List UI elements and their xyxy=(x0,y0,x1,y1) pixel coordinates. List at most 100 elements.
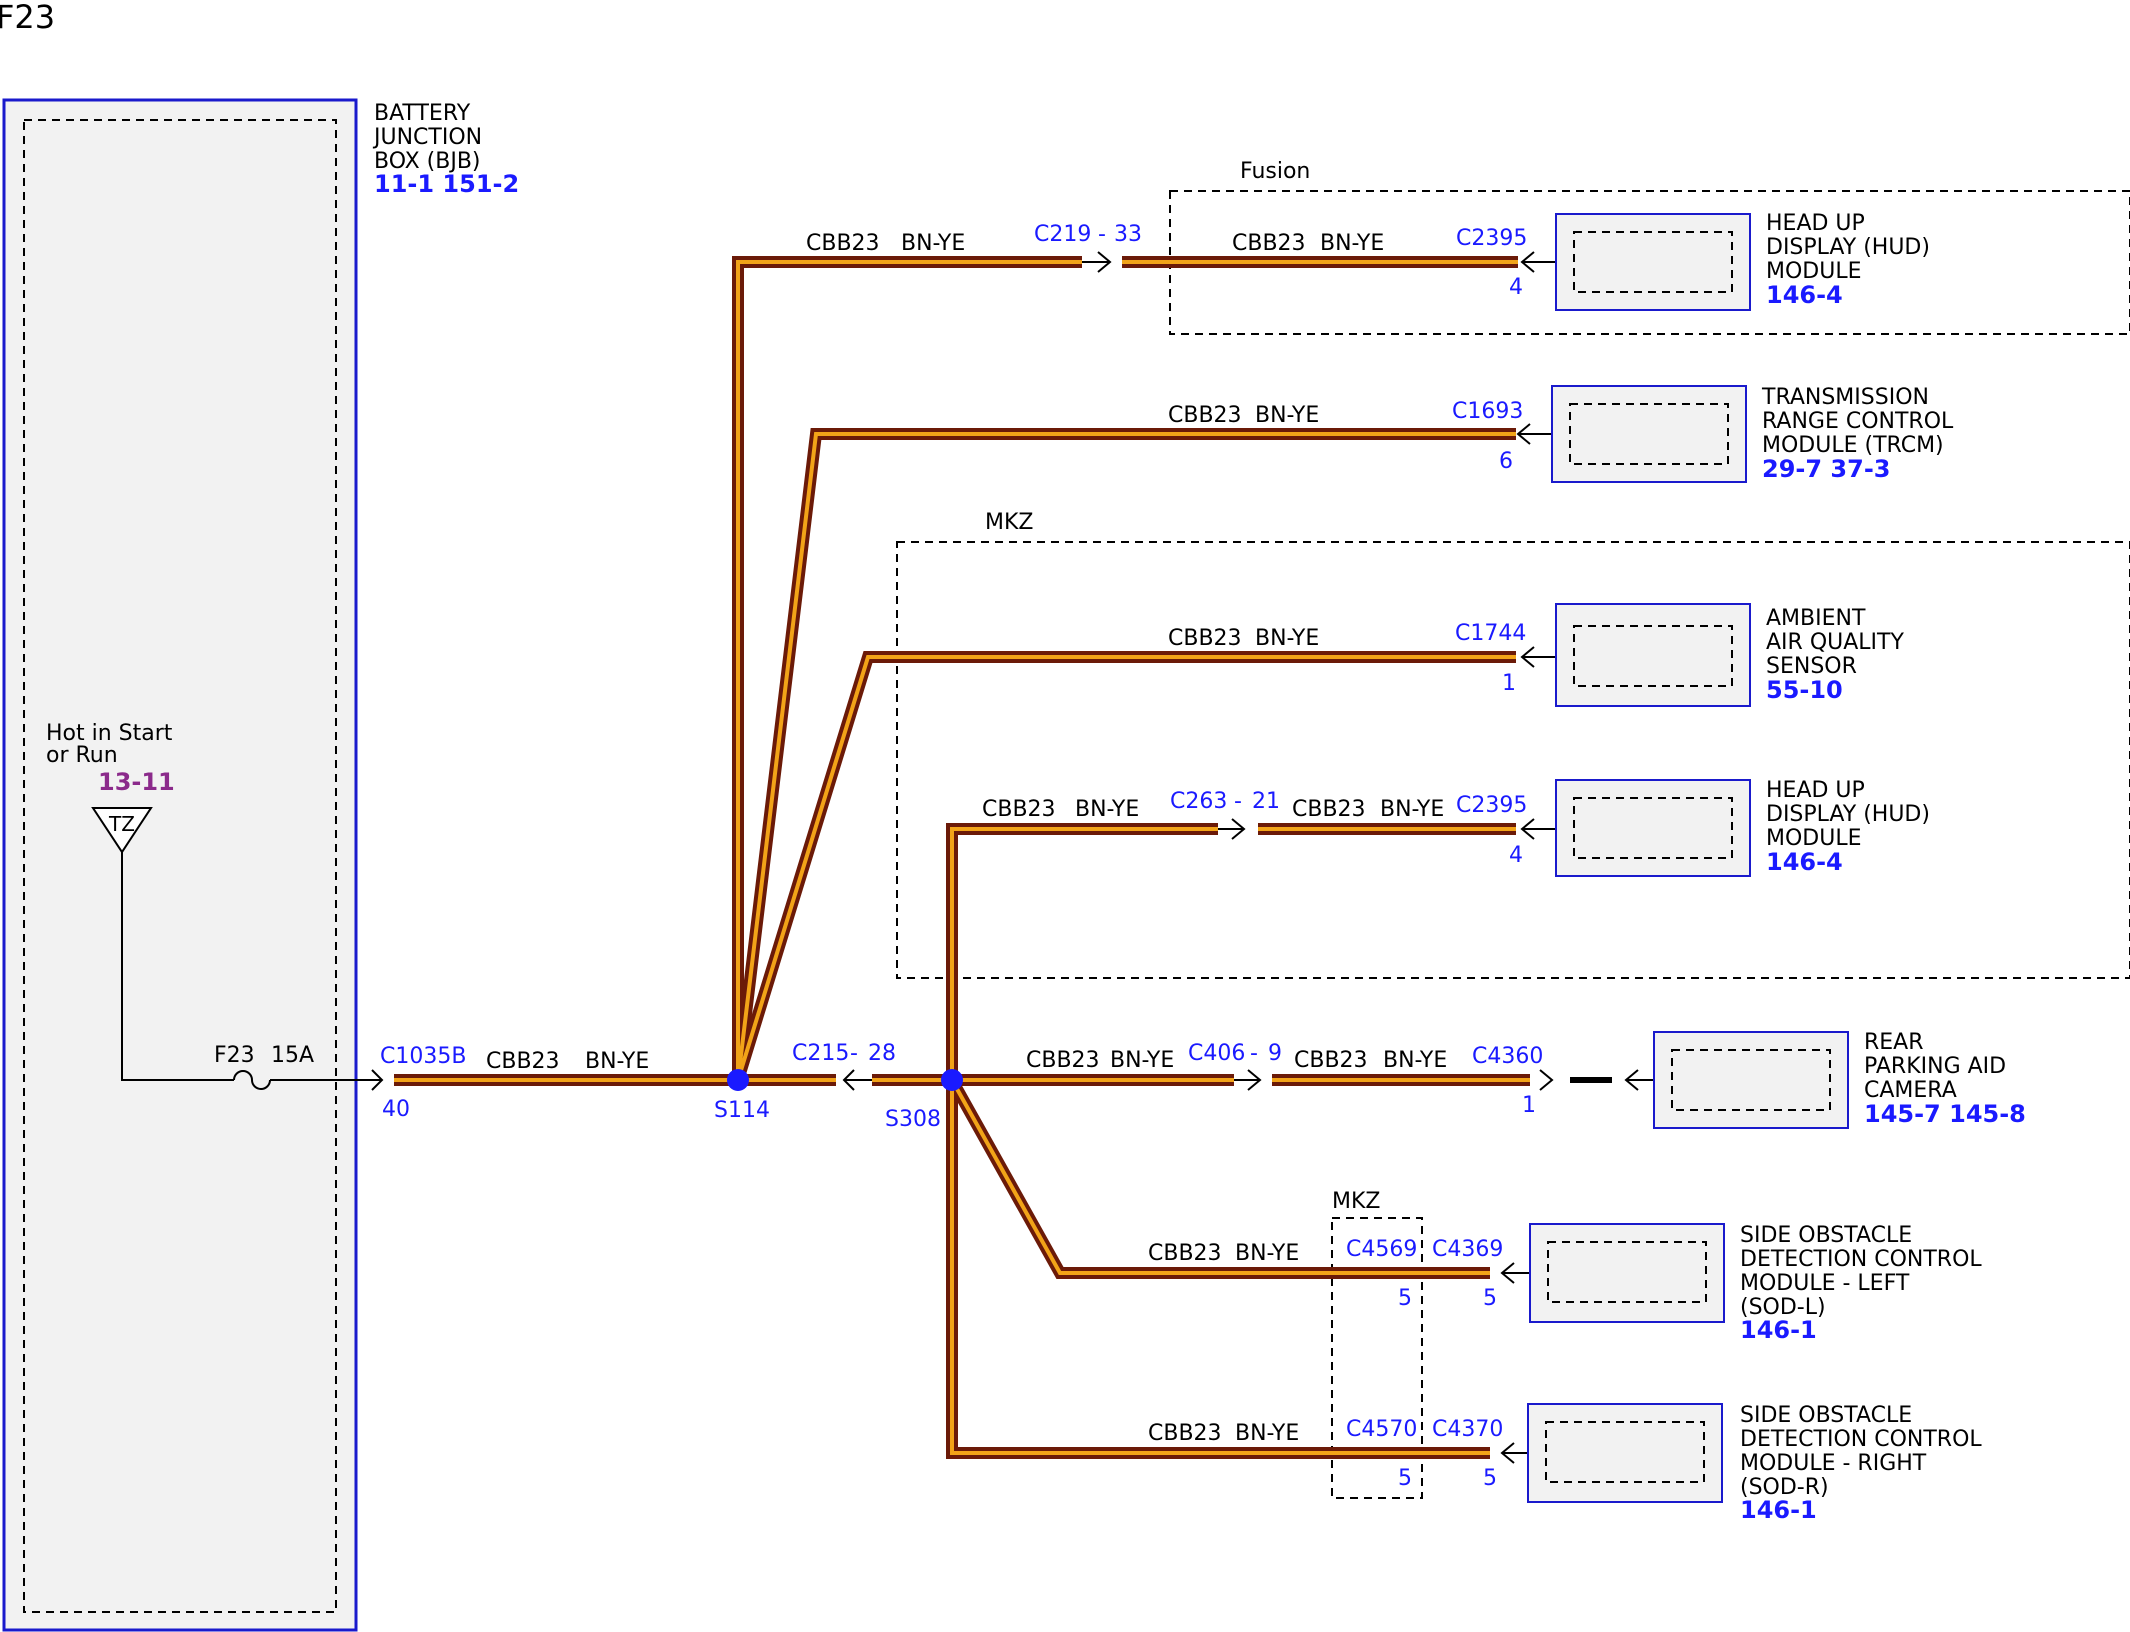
c4570-pin: 5 xyxy=(1398,1466,1412,1491)
c1744-label: C1744 xyxy=(1455,621,1526,646)
c263-pin: 21 xyxy=(1252,789,1280,814)
splice-s114-icon xyxy=(727,1069,749,1091)
svg-text:PARKING AID: PARKING AID xyxy=(1864,1054,2006,1079)
module-ambient-air-quality-sensor: AMBIENT AIR QUALITY SENSOR 55-10 xyxy=(1555,603,1904,707)
svg-text:BN-YE: BN-YE xyxy=(1235,1421,1299,1446)
power-page-ref: 13-11 xyxy=(98,768,175,796)
svg-text:REAR: REAR xyxy=(1864,1030,1924,1055)
svg-text:CBB23: CBB23 xyxy=(982,797,1056,822)
svg-text:BN-YE: BN-YE xyxy=(585,1049,649,1074)
c4369-pin: 5 xyxy=(1483,1286,1497,1311)
wiring-diagram: F23 BATTERY JUNCTION BOX (BJB) 11-1 151-… xyxy=(0,0,2130,1632)
c4360-pin: 1 xyxy=(1522,1093,1536,1118)
module-rear-parking-aid-camera: REAR PARKING AID CAMERA 145-7 145-8 xyxy=(1653,1030,2026,1129)
svg-text:MODULE - LEFT: MODULE - LEFT xyxy=(1740,1271,1910,1296)
svg-text:CBB23: CBB23 xyxy=(1292,797,1366,822)
module-sod-right: SIDE OBSTACLE DETECTION CONTROL MODULE -… xyxy=(1527,1403,1982,1524)
mkz-sod-group-label: MKZ xyxy=(1332,1189,1380,1214)
svg-text:29-7 37-3: 29-7 37-3 xyxy=(1762,455,1890,483)
c4569-label: C4569 xyxy=(1346,1237,1417,1262)
svg-text:DISPLAY (HUD): DISPLAY (HUD) xyxy=(1766,235,1930,260)
svg-text:RANGE CONTROL: RANGE CONTROL xyxy=(1762,409,1954,434)
mkz-group-outline xyxy=(896,541,2130,979)
svg-text:BN-YE: BN-YE xyxy=(901,231,965,256)
svg-text:DISPLAY (HUD): DISPLAY (HUD) xyxy=(1766,802,1930,827)
svg-text:55-10: 55-10 xyxy=(1766,676,1843,704)
module-sod-left: SIDE OBSTACLE DETECTION CONTROL MODULE -… xyxy=(1529,1223,1982,1344)
svg-text:146-1: 146-1 xyxy=(1740,1496,1817,1524)
tz-symbol-label: TZ xyxy=(108,812,135,836)
svg-text:AMBIENT: AMBIENT xyxy=(1766,606,1866,631)
c4369-label: C4369 xyxy=(1432,1237,1503,1262)
c215-label: C215 xyxy=(792,1041,849,1066)
svg-text:DETECTION CONTROL: DETECTION CONTROL xyxy=(1740,1427,1982,1452)
svg-text:146-1: 146-1 xyxy=(1740,1316,1817,1344)
svg-text:146-4: 146-4 xyxy=(1766,281,1843,309)
c263-label: C263 xyxy=(1170,789,1227,814)
c2395-pin-mkz: 4 xyxy=(1509,843,1523,868)
svg-text:-: - xyxy=(850,1041,858,1066)
c2395-pin-fusion: 4 xyxy=(1509,275,1523,300)
c4570-label: C4570 xyxy=(1346,1417,1417,1442)
c4569-pin: 5 xyxy=(1398,1286,1412,1311)
svg-text:CBB23: CBB23 xyxy=(806,231,880,256)
bjb-page-refs: 11-1 151-2 xyxy=(374,170,519,198)
splice-s308-icon xyxy=(941,1069,963,1091)
svg-text:CBB23: CBB23 xyxy=(1148,1421,1222,1446)
svg-text:AIR QUALITY: AIR QUALITY xyxy=(1766,630,1904,655)
bjb-label-line-2: JUNCTION xyxy=(372,125,482,150)
svg-text:-: - xyxy=(1250,1041,1258,1066)
svg-text:-: - xyxy=(1098,222,1106,247)
svg-text:CBB23: CBB23 xyxy=(1148,1241,1222,1266)
svg-text:BN-YE: BN-YE xyxy=(1255,403,1319,428)
svg-text:BN-YE: BN-YE xyxy=(1255,626,1319,651)
c1035b-pin: 40 xyxy=(382,1097,410,1122)
svg-text:BN-YE: BN-YE xyxy=(1380,797,1444,822)
svg-text:BN-YE: BN-YE xyxy=(1383,1048,1447,1073)
svg-text:145-7 145-8: 145-7 145-8 xyxy=(1864,1100,2026,1128)
fusion-group-label: Fusion xyxy=(1240,159,1310,184)
svg-text:146-4: 146-4 xyxy=(1766,848,1843,876)
connector-labels: C1035B 40 C219 - 33 C2395 4 C1693 6 C174… xyxy=(380,222,1543,1491)
module-trcm: TRANSMISSION RANGE CONTROL MODULE (TRCM)… xyxy=(1551,385,1954,483)
svg-text:SIDE OBSTACLE: SIDE OBSTACLE xyxy=(1740,1403,1912,1428)
harness-wire-stripes xyxy=(394,260,1530,1455)
svg-text:CBB23: CBB23 xyxy=(1168,403,1242,428)
svg-text:HEAD UP: HEAD UP xyxy=(1766,778,1865,803)
svg-text:HEAD UP: HEAD UP xyxy=(1766,211,1865,236)
svg-text:BN-YE: BN-YE xyxy=(1235,1241,1299,1266)
c219-label: C219 xyxy=(1034,222,1091,247)
svg-text:TRANSMISSION: TRANSMISSION xyxy=(1761,385,1929,410)
c406-label: C406 xyxy=(1188,1041,1245,1066)
svg-text:CBB23: CBB23 xyxy=(1168,626,1242,651)
bjb-box xyxy=(2,98,358,1632)
bjb-label-line-1: BATTERY xyxy=(374,101,471,126)
c215-pin: 28 xyxy=(868,1041,896,1066)
c1693-pin: 6 xyxy=(1499,449,1513,474)
power-label-line-2: or Run xyxy=(46,743,118,768)
svg-text:MODULE - RIGHT: MODULE - RIGHT xyxy=(1740,1451,1927,1476)
svg-text:CBB23: CBB23 xyxy=(1232,231,1306,256)
c219-pin: 33 xyxy=(1114,222,1142,247)
svg-text:CBB23: CBB23 xyxy=(1026,1048,1100,1073)
c406-pin: 9 xyxy=(1268,1041,1282,1066)
c2395-label-fusion: C2395 xyxy=(1456,226,1527,251)
c1744-pin: 1 xyxy=(1502,671,1516,696)
svg-text:CBB23: CBB23 xyxy=(486,1049,560,1074)
c1035b-label: C1035B xyxy=(380,1044,466,1069)
svg-text:DETECTION CONTROL: DETECTION CONTROL xyxy=(1740,1247,1982,1272)
svg-text:BN-YE: BN-YE xyxy=(1110,1048,1174,1073)
fuse-rating: 15A xyxy=(271,1043,314,1068)
c1693-label: C1693 xyxy=(1452,399,1523,424)
module-hud-fusion: HEAD UP DISPLAY (HUD) MODULE 146-4 xyxy=(1555,211,1930,311)
diagram-title: F23 xyxy=(0,0,55,36)
svg-text:-: - xyxy=(1234,789,1242,814)
svg-text:BN-YE: BN-YE xyxy=(1320,231,1384,256)
wire-labels: CBB23 BN-YE CBB23 BN-YE CBB23 BN-YE CBB23 BN… xyxy=(486,231,1447,1446)
splice-s308-label: S308 xyxy=(885,1107,941,1132)
splice-s114-label: S114 xyxy=(714,1098,770,1123)
mkz-group-label: MKZ xyxy=(985,510,1033,535)
fuse-name: F23 xyxy=(214,1043,255,1068)
c2395-label-mkz: C2395 xyxy=(1456,793,1527,818)
svg-text:BN-YE: BN-YE xyxy=(1075,797,1139,822)
